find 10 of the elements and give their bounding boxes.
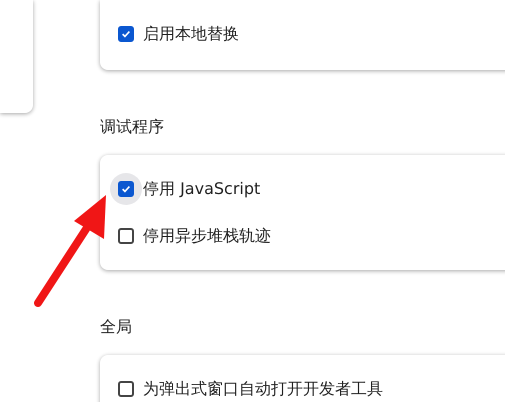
option-label: 停用 JavaScript xyxy=(143,178,260,200)
option-label: 停用异步堆栈轨迹 xyxy=(143,226,271,246)
option-label: 为弹出式窗口自动打开开发者工具 xyxy=(143,378,383,400)
checkbox[interactable] xyxy=(118,381,134,397)
section-heading: 全局 xyxy=(100,316,133,338)
checkbox[interactable] xyxy=(118,181,134,197)
section-heading: 调试程序 xyxy=(100,116,165,138)
checkbox[interactable] xyxy=(118,228,134,244)
option-label: 启用本地替换 xyxy=(143,24,239,44)
checkbox[interactable] xyxy=(118,26,134,42)
